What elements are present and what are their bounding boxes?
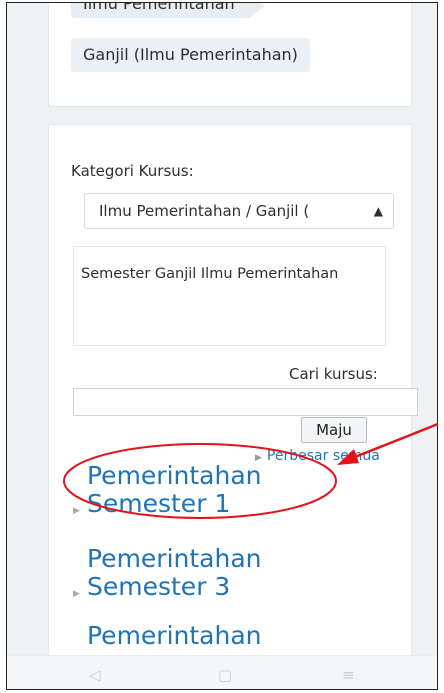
category-select[interactable]: Ilmu Pemerintahan / Ganjil ( ▲︎ (84, 193, 394, 229)
collapsed-arrow-icon: ▶ (73, 506, 80, 516)
select-arrows-icon: ▲︎ (373, 204, 383, 218)
category-description-text: Semester Ganjil Ilmu Pemerintahan (81, 266, 339, 282)
collapsed-arrow-icon: ▶ (73, 589, 80, 599)
breadcrumb-card: Ilmu Pemerintahan Ganjil (Ilmu Pemerinta… (48, 3, 412, 107)
android-nav-bar: ◁ ▢ ≡ (7, 655, 437, 689)
course-title-line2: Semester 1 (87, 489, 231, 518)
back-icon[interactable]: ◁ (89, 666, 101, 684)
course-categories-card: Kategori Kursus: Ilmu Pemerintahan / Gan… (48, 124, 418, 689)
expand-all-label: Perbesar semua (266, 448, 380, 464)
breadcrumb-category[interactable]: Ilmu Pemerintahan (71, 3, 265, 18)
go-button[interactable]: Maju (301, 417, 367, 443)
category-label: Kategori Kursus: (71, 162, 194, 180)
category-description: Semester Ganjil Ilmu Pemerintahan (73, 246, 386, 346)
search-label: Cari kursus: (289, 365, 378, 383)
course-title-line2: Semester 3 (87, 572, 231, 601)
expand-all-link[interactable]: ▶ Perbesar semua (255, 448, 380, 464)
course-title-line1: Pemerintahan (87, 621, 262, 650)
home-icon[interactable]: ▢ (218, 666, 232, 684)
course-search-input[interactable] (73, 388, 418, 416)
breadcrumb-subcategory[interactable]: Ganjil (Ilmu Pemerintahan) (71, 38, 310, 72)
course-title-line1: Pemerintahan (87, 461, 262, 490)
category-select-value: Ilmu Pemerintahan / Ganjil ( (99, 202, 310, 220)
course-item[interactable]: ▶ Pemerintahan Semester 3 (73, 544, 262, 601)
phone-screen: Ilmu Pemerintahan Ganjil (Ilmu Pemerinta… (6, 2, 438, 690)
menu-icon[interactable]: ≡ (342, 666, 355, 684)
course-item[interactable]: ▶ Pemerintahan Semester 1 (73, 461, 262, 518)
course-item[interactable]: ▶ Pemerintahan (73, 621, 262, 677)
course-title-line1: Pemerintahan (87, 544, 262, 573)
